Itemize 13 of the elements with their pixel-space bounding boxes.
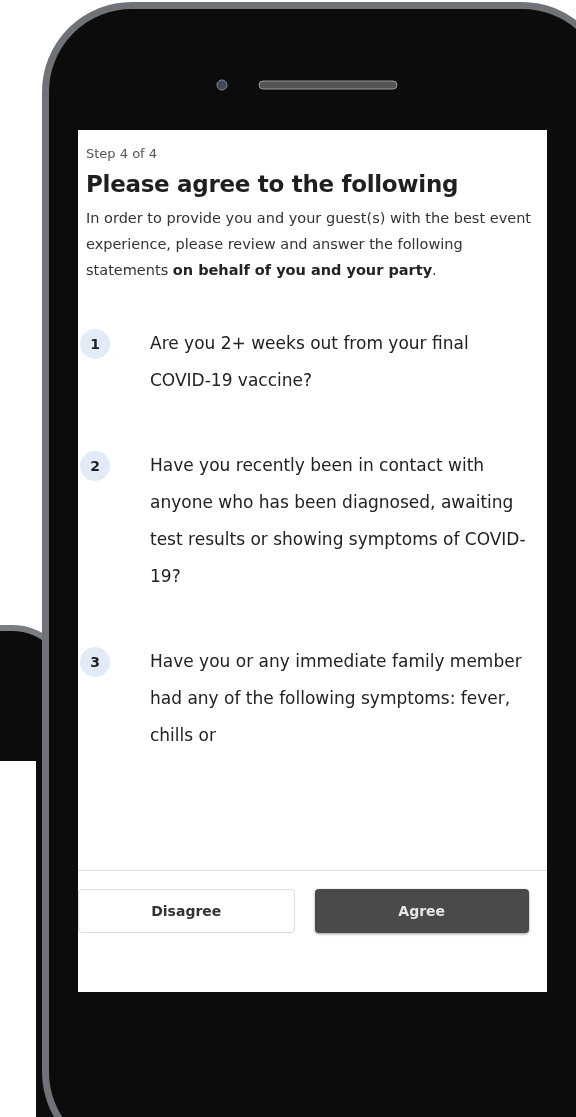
question-number-badge: 2 [80, 451, 110, 481]
question-number-badge: 1 [80, 329, 110, 359]
intro-paragraph: In order to provide you and your guest(s) with the best event experience, please review and answer the following statements on behalf of you and your party. [86, 209, 531, 280]
question-text: Have you or any immediate family member had any of the following symptoms: fever, chills or [150, 650, 523, 747]
camera-icon [215, 78, 228, 91]
question-text: Have you recently been in contact with anyone who has been diagnosed, awaiting test results or showing symptoms of COVID-19? [150, 454, 527, 588]
question-number-badge: 3 [80, 647, 110, 677]
step-indicator: Step 4 of 4 [86, 146, 159, 161]
disagree-button[interactable]: Disagree [78, 889, 295, 933]
page-title: Please agree to the following [86, 171, 460, 197]
agree-button[interactable]: Agree [314, 889, 529, 933]
speaker-icon [257, 79, 398, 90]
question-text: Are you 2+ weeks out from your final COVID-19 vaccine? [150, 332, 470, 392]
